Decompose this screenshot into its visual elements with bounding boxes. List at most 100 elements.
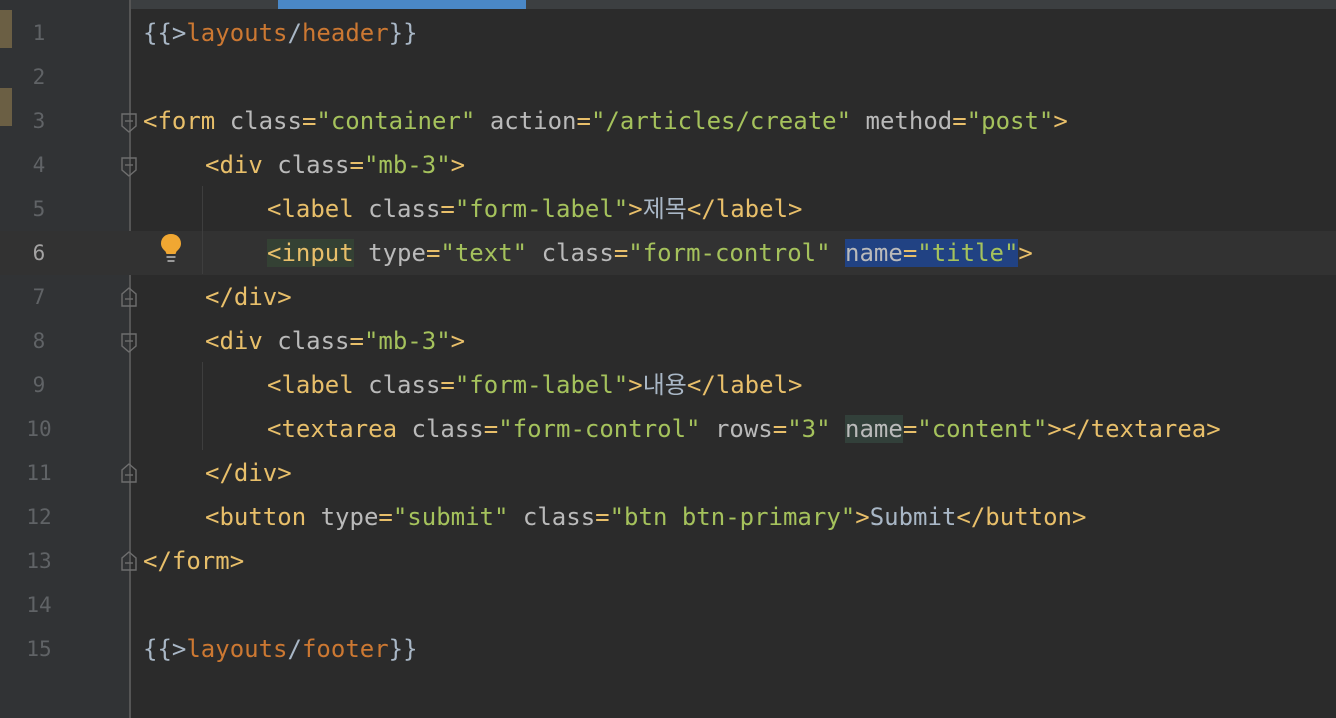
line-number[interactable]: 5 — [14, 187, 64, 231]
code-token: "btn btn-primary" — [609, 503, 856, 531]
code-token: {{> — [143, 19, 187, 47]
code-token: = — [483, 415, 499, 443]
line-number[interactable]: 13 — [14, 539, 64, 583]
code-line[interactable]: 4 <div class="mb-3"> — [0, 143, 1336, 187]
code-token: > — [1053, 107, 1068, 135]
code-token: footer — [301, 635, 389, 663]
line-number[interactable]: 14 — [14, 583, 64, 627]
code-line[interactable]: 13 </form> — [0, 539, 1336, 583]
code-text[interactable]: </div> — [205, 451, 292, 495]
code-token: > — [628, 195, 643, 223]
code-line[interactable]: 11 </div> — [0, 451, 1336, 495]
fold-open-icon[interactable] — [120, 332, 138, 354]
code-token: > — [1018, 239, 1033, 267]
code-token: ></textarea> — [1047, 415, 1221, 443]
code-token: > — [855, 503, 870, 531]
code-text[interactable]: <label class="form-label">내용</label> — [267, 363, 802, 407]
line-number[interactable]: 3 — [14, 99, 64, 143]
code-token: "form-label" — [454, 371, 629, 399]
code-line[interactable]: 12 <button type="submit" class="btn btn-p… — [0, 495, 1336, 539]
code-token: "post" — [966, 107, 1054, 135]
code-text[interactable]: {{>layouts/footer}} — [143, 627, 418, 671]
fold-close-icon[interactable] — [120, 286, 138, 308]
code-text[interactable]: <textarea class="form-control" rows="3" … — [267, 407, 1221, 451]
fold-close-icon[interactable] — [120, 550, 138, 572]
code-token: layouts — [186, 19, 288, 47]
code-text[interactable]: <button type="submit" class="btn btn-pri… — [205, 495, 1086, 539]
code-line[interactable]: 5 <label class="form-label">제목</label> — [0, 187, 1336, 231]
line-number[interactable]: 7 — [14, 275, 64, 319]
code-line[interactable]: 3 <form class="container" action="/articl… — [0, 99, 1336, 143]
code-token: <div — [205, 151, 278, 179]
code-token: type — [368, 239, 426, 267]
code-line[interactable]: 2 — [0, 55, 1336, 99]
code-line[interactable]: 9 <label class="form-label">내용</label> — [0, 363, 1336, 407]
line-number[interactable]: 9 — [14, 363, 64, 407]
code-text[interactable]: <form class="container" action="/article… — [143, 99, 1068, 143]
code-token: <label — [267, 195, 369, 223]
line-number[interactable]: 8 — [14, 319, 64, 363]
code-token: 내용 — [642, 371, 687, 399]
code-text[interactable]: <div class="mb-3"> — [205, 143, 465, 187]
code-token: = — [378, 503, 393, 531]
code-token: > — [450, 151, 466, 179]
line-number[interactable]: 1 — [14, 11, 64, 55]
code-text[interactable]: </div> — [205, 275, 292, 319]
code-token: = — [952, 107, 967, 135]
code-token: </label> — [686, 371, 803, 399]
code-token: </div> — [205, 283, 292, 311]
code-line[interactable]: 7 </div> — [0, 275, 1336, 319]
code-token: = — [613, 239, 629, 267]
line-number[interactable]: 12 — [14, 495, 64, 539]
code-token: class — [229, 107, 302, 135]
code-token: class — [541, 239, 614, 267]
fold-open-icon[interactable] — [120, 112, 138, 134]
line-number[interactable]: 11 — [14, 451, 64, 495]
code-token: = — [902, 415, 918, 443]
code-token: > — [628, 371, 643, 399]
code-text[interactable]: {{>layouts/header}} — [143, 11, 418, 55]
code-token: = — [349, 151, 364, 179]
fold-open-icon[interactable] — [120, 156, 138, 178]
code-token: = — [440, 195, 455, 223]
code-line[interactable]: 1 {{>layouts/header}} — [0, 11, 1336, 55]
code-text[interactable]: </form> — [143, 539, 244, 583]
code-token: Submit — [869, 503, 957, 531]
line-number[interactable]: 4 — [14, 143, 64, 187]
code-token: "text" — [440, 239, 528, 267]
code-line[interactable]: 8 <div class="mb-3"> — [0, 319, 1336, 363]
line-number[interactable]: 15 — [14, 627, 64, 671]
code-token: class — [368, 371, 441, 399]
code-line[interactable]: 6 <input type="text" class="form-control"… — [0, 231, 1336, 275]
code-token: <input — [267, 239, 354, 267]
code-token: > — [450, 327, 466, 355]
code-line[interactable]: 10 <textarea class="form-control" rows="3… — [0, 407, 1336, 451]
code-token: = — [595, 503, 610, 531]
fold-close-icon[interactable] — [120, 462, 138, 484]
code-token: type — [320, 503, 379, 531]
code-token: "mb-3" — [363, 151, 451, 179]
code-token: class — [411, 415, 484, 443]
active-tab-indicator[interactable] — [278, 0, 526, 9]
lightbulb-icon[interactable] — [158, 232, 184, 264]
code-line[interactable]: 15 {{>layouts/footer}} — [0, 627, 1336, 671]
code-line[interactable]: 14 — [0, 583, 1336, 627]
line-number[interactable]: 6 — [14, 231, 64, 275]
code-text[interactable]: <div class="mb-3"> — [205, 319, 465, 363]
code-token: / — [287, 19, 302, 47]
code-text[interactable]: <label class="form-label">제목</label> — [267, 187, 802, 231]
code-token: = — [576, 107, 591, 135]
code-token: <div — [205, 327, 278, 355]
code-token: <button — [205, 503, 321, 531]
line-number[interactable]: 10 — [14, 407, 64, 451]
code-text[interactable]: <input type="text" class="form-control" … — [267, 231, 1033, 275]
code-token: <textarea — [267, 415, 412, 443]
code-token: rows — [714, 415, 773, 443]
line-number[interactable]: 2 — [14, 55, 64, 99]
code-token: class — [522, 503, 596, 531]
code-token: = — [349, 327, 364, 355]
